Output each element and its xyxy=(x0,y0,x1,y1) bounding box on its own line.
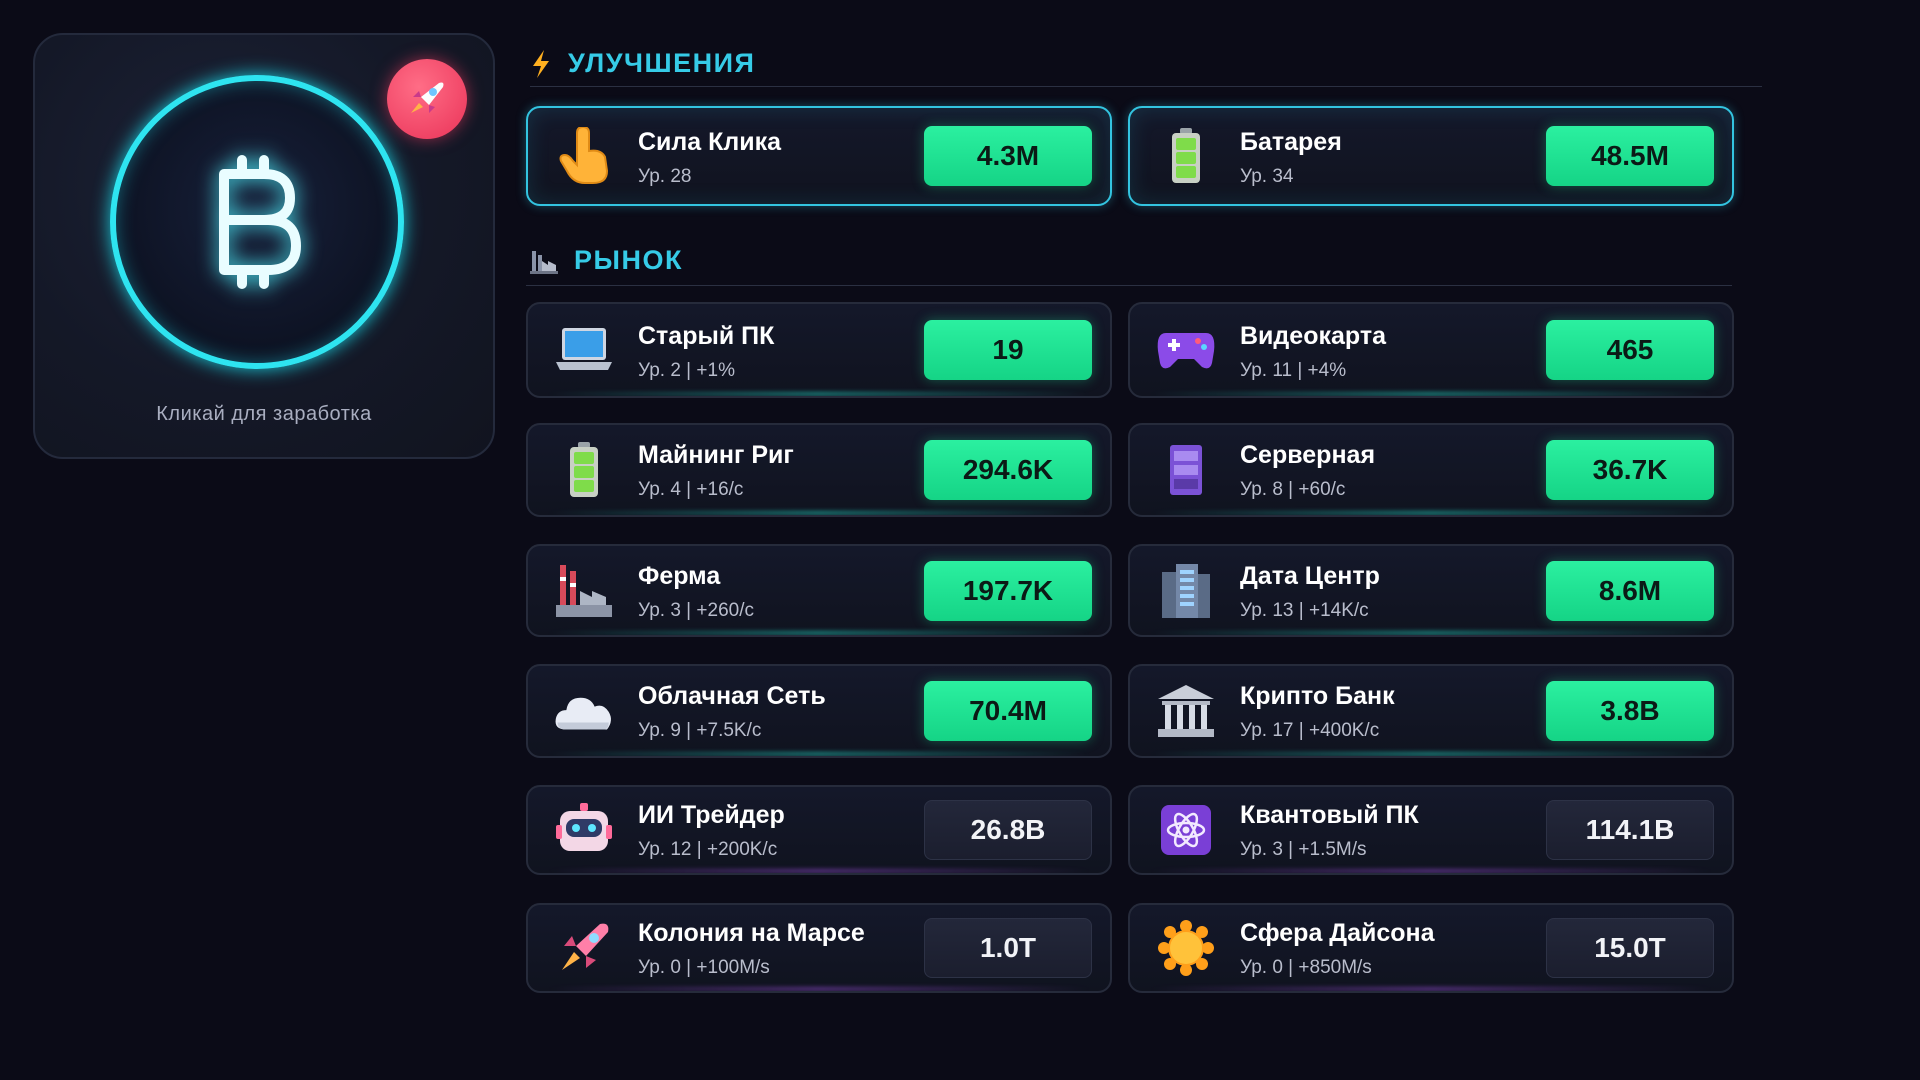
market-title: РЫНОК xyxy=(574,245,683,275)
rocket-icon xyxy=(554,918,614,978)
item-name: Старый ПК xyxy=(638,322,775,350)
item-name: Серверная xyxy=(1240,441,1376,469)
clicker-panel: Кликай для заработка xyxy=(33,33,495,459)
price-locked-button[interactable]: 15.0T xyxy=(1546,918,1714,978)
item-name: Майнинг Риг xyxy=(638,441,794,469)
upgrade-level: Ур. 34 xyxy=(1240,166,1294,187)
item-name: ИИ Трейдер xyxy=(638,801,785,829)
price-locked-button[interactable]: 26.8B xyxy=(924,800,1092,860)
upgrades-header: УЛУЧШЕНИЯ xyxy=(530,48,755,79)
item-stats: Ур. 17 | +400K/с xyxy=(1240,720,1380,741)
item-name: Крипто Банк xyxy=(1240,682,1395,710)
item-stats: Ур. 0 | +850M/s xyxy=(1240,957,1372,978)
building-icon xyxy=(1156,561,1216,621)
boost-button[interactable] xyxy=(387,59,467,139)
item-stats: Ур. 11 | +4% xyxy=(1240,360,1347,381)
cloud-icon xyxy=(554,681,614,741)
market-item-crypto-bank[interactable]: Крипто Банк Ур. 17 | +400K/с 3.8B xyxy=(1128,664,1734,758)
buy-button[interactable]: 465 xyxy=(1546,320,1714,380)
price-locked-button[interactable]: 1.0T xyxy=(924,918,1092,978)
buy-button[interactable]: 4.3M xyxy=(924,126,1092,186)
market-item-dyson-sphere[interactable]: Сфера Дайсона Ур. 0 | +850M/s 15.0T xyxy=(1128,903,1734,993)
item-name: Видеокарта xyxy=(1240,322,1386,350)
sun-icon xyxy=(1156,918,1216,978)
upgrade-name: Батарея xyxy=(1240,128,1342,156)
click-hint-text: Кликай для заработка xyxy=(156,403,372,425)
robot-icon xyxy=(554,800,614,860)
battery-icon xyxy=(1156,126,1216,186)
factory-icon xyxy=(530,250,558,274)
upgrade-battery[interactable]: Батарея Ур. 34 48.5M xyxy=(1128,106,1734,206)
item-name: Сфера Дайсона xyxy=(1240,919,1435,947)
market-item-ai-trader[interactable]: ИИ Трейдер Ур. 12 | +200K/с 26.8B xyxy=(526,785,1112,875)
item-name: Облачная Сеть xyxy=(638,682,826,710)
item-name: Ферма xyxy=(638,562,721,590)
item-stats: Ур. 4 | +16/с xyxy=(638,479,744,500)
item-stats: Ур. 0 | +100M/s xyxy=(638,957,770,978)
atom-icon xyxy=(1156,800,1216,860)
bitcoin-coin-button[interactable] xyxy=(110,75,404,369)
bank-icon xyxy=(1156,681,1216,741)
upgrade-name: Сила Клика xyxy=(638,128,782,156)
server-icon xyxy=(1156,440,1216,500)
item-name: Дата Центр xyxy=(1240,562,1380,590)
buy-button[interactable]: 48.5M xyxy=(1546,126,1714,186)
upgrade-click-power[interactable]: Сила Клика Ур. 28 4.3M xyxy=(526,106,1112,206)
market-item-cloud-network[interactable]: Облачная Сеть Ур. 9 | +7.5K/с 70.4M xyxy=(526,664,1112,758)
market-item-gpu[interactable]: Видеокарта Ур. 11 | +4% 465 xyxy=(1128,302,1734,398)
item-name: Квантовый ПК xyxy=(1240,801,1419,829)
item-stats: Ур. 8 | +60/с xyxy=(1240,479,1346,500)
buy-button[interactable]: 294.6K xyxy=(924,440,1092,500)
lightning-icon xyxy=(533,49,549,78)
item-stats: Ур. 13 | +14K/с xyxy=(1240,600,1369,621)
item-stats: Ур. 3 | +1.5M/s xyxy=(1240,839,1367,860)
buy-button[interactable]: 197.7K xyxy=(924,560,1092,621)
market-item-farm[interactable]: Ферма Ур. 3 | +260/с 197.7K xyxy=(526,544,1112,637)
rocket-icon xyxy=(411,82,444,113)
item-stats: Ур. 9 | +7.5K/с xyxy=(638,720,762,741)
item-stats: Ур. 12 | +200K/с xyxy=(638,839,778,860)
market-item-old-pc[interactable]: Старый ПК Ур. 2 | +1% 19 xyxy=(526,302,1112,398)
item-name: Колония на Марсе xyxy=(638,919,865,947)
upgrades-title: УЛУЧШЕНИЯ xyxy=(568,48,756,78)
market-item-mining-rig[interactable]: Майнинг Риг Ур. 4 | +16/с 294.6K xyxy=(526,423,1112,517)
market-header: РЫНОК xyxy=(530,245,683,276)
upgrade-level: Ур. 28 xyxy=(638,166,692,187)
buy-button[interactable]: 8.6M xyxy=(1546,560,1714,621)
price-locked-button[interactable]: 114.1B xyxy=(1546,800,1714,860)
market-item-mars-colony[interactable]: Колония на Марсе Ур. 0 | +100M/s 1.0T xyxy=(526,903,1112,993)
buy-button[interactable]: 19 xyxy=(924,320,1092,380)
battery-icon xyxy=(554,440,614,500)
laptop-icon xyxy=(554,320,614,380)
buy-button[interactable]: 3.8B xyxy=(1546,681,1714,741)
pointing-hand-icon xyxy=(554,126,614,186)
upgrades-divider xyxy=(530,86,1762,87)
market-divider xyxy=(526,285,1732,286)
market-item-data-center[interactable]: Дата Центр Ур. 13 | +14K/с 8.6M xyxy=(1128,544,1734,637)
buy-button[interactable]: 70.4M xyxy=(924,681,1092,741)
bitcoin-icon xyxy=(219,155,301,289)
market-item-server-room[interactable]: Серверная Ур. 8 | +60/с 36.7K xyxy=(1128,423,1734,517)
market-item-quantum-pc[interactable]: Квантовый ПК Ур. 3 | +1.5M/s 114.1B xyxy=(1128,785,1734,875)
factory-icon xyxy=(554,561,614,621)
gamepad-icon xyxy=(1156,320,1216,380)
buy-button[interactable]: 36.7K xyxy=(1546,440,1714,500)
item-stats: Ур. 3 | +260/с xyxy=(638,600,754,621)
item-stats: Ур. 2 | +1% xyxy=(638,360,735,381)
